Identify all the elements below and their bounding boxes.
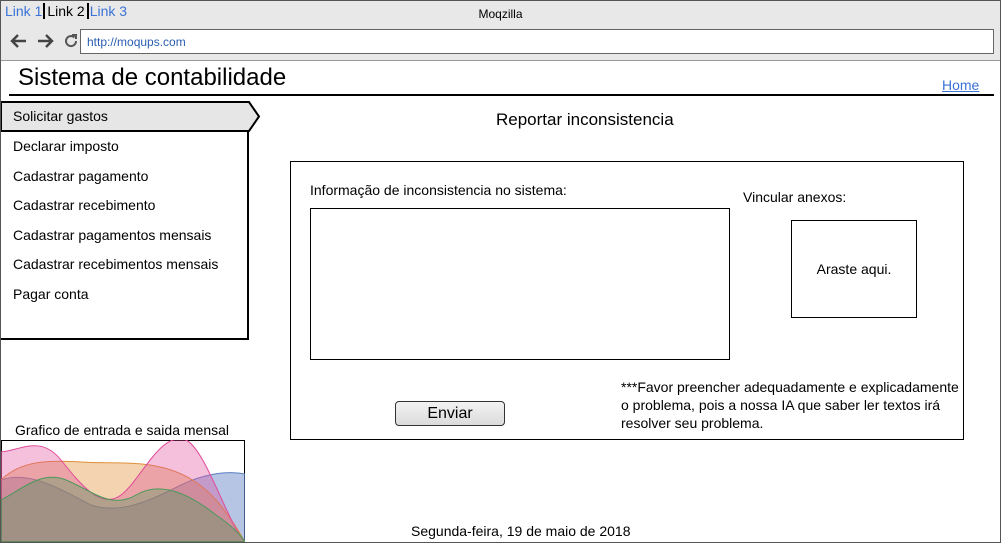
- page-title: Sistema de contabilidade: [18, 64, 287, 91]
- url-bar[interactable]: http://moqups.com: [80, 29, 994, 54]
- sidebar: Declarar imposto Cadastrar pagamento Cad…: [1, 101, 249, 340]
- sidebar-item-solicitar-gastos[interactable]: Solicitar gastos: [1, 101, 261, 132]
- forward-arrow-icon[interactable]: [35, 31, 55, 51]
- window-title: Moqzilla: [478, 7, 523, 21]
- inconsistency-textarea[interactable]: [310, 208, 730, 360]
- sidebar-item-cadastrar-recebimentos-mensais[interactable]: Cadastrar recebimentos mensais: [13, 256, 218, 272]
- back-arrow-icon[interactable]: [9, 31, 29, 51]
- sidebar-item-cadastrar-pagamento[interactable]: Cadastrar pagamento: [13, 168, 148, 184]
- home-link[interactable]: Home: [942, 77, 979, 93]
- nav-buttons: [9, 31, 80, 51]
- footer-date: Segunda-feira, 19 de maio de 2018: [411, 523, 631, 539]
- attach-label: Vincular anexos:: [743, 189, 847, 205]
- monthly-chart: [1, 440, 245, 542]
- section-title: Reportar inconsistencia: [496, 110, 674, 129]
- sidebar-item-cadastrar-recebimento[interactable]: Cadastrar recebimento: [13, 197, 155, 213]
- send-button[interactable]: Enviar: [395, 401, 505, 426]
- sidebar-item-cadastrar-pagamentos-mensais[interactable]: Cadastrar pagamentos mensais: [13, 227, 211, 243]
- header-divider: [9, 94, 994, 96]
- browser-window: Link 1 Link 2 Link 3 Moqzilla http://moqup…: [0, 0, 1001, 543]
- sidebar-item-declarar-imposto[interactable]: Declarar imposto: [13, 138, 119, 154]
- help-note: ***Favor preencher adequadamente e expli…: [621, 379, 959, 431]
- sidebar-item-label: Solicitar gastos: [13, 108, 108, 124]
- report-panel: Informação de inconsistencia no sistema:…: [290, 161, 964, 440]
- info-label: Informação de inconsistencia no sistema:: [310, 182, 567, 198]
- chart-title: Grafico de entrada e saida mensal: [15, 422, 230, 438]
- reload-icon[interactable]: [62, 32, 80, 50]
- attachment-dropzone[interactable]: Araste aqui.: [791, 220, 917, 318]
- sidebar-item-pagar-conta[interactable]: Pagar conta: [13, 286, 89, 302]
- browser-chrome: Link 1 Link 2 Link 3 Moqzilla http://moqup…: [1, 1, 1000, 61]
- dropzone-text: Araste aqui.: [816, 261, 892, 277]
